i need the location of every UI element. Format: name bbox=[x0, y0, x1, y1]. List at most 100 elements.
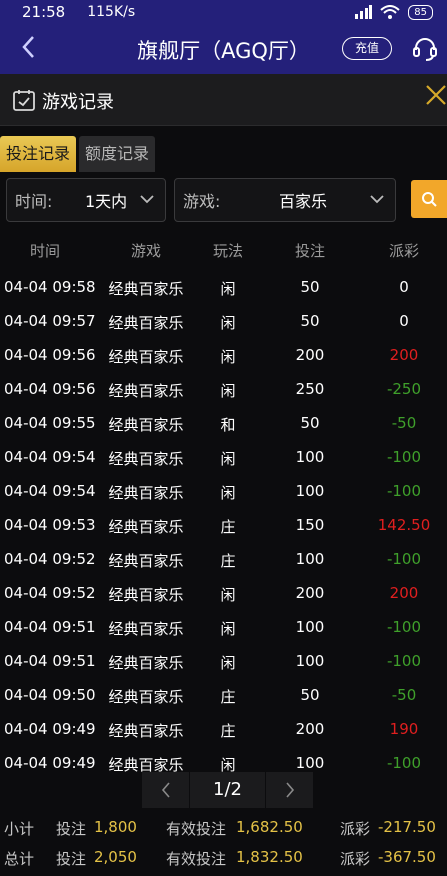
row-game: 经典百家乐 bbox=[108, 688, 184, 706]
wifi-icon bbox=[380, 5, 400, 19]
table-row: 04-04 09:56 经典百家乐 闲 250 -250 bbox=[0, 372, 447, 406]
row-bet: 250 bbox=[295, 380, 325, 398]
customer-service-button[interactable] bbox=[412, 36, 438, 62]
table-row: 04-04 09:51 经典百家乐 闲 100 -100 bbox=[0, 644, 447, 678]
chevron-down-icon bbox=[140, 195, 154, 204]
total-row: 总计 投注 2,050 有效投注 1,832.50 派彩 -367.50 bbox=[0, 842, 447, 872]
row-play: 闲 bbox=[220, 484, 236, 502]
table-row: 04-04 09:54 经典百家乐 闲 100 -100 bbox=[0, 440, 447, 474]
subtotal-row: 小计 投注 1,800 有效投注 1,682.50 派彩 -217.50 bbox=[0, 812, 447, 842]
row-payout: -100 bbox=[386, 550, 422, 568]
bet-records-table: 04-04 09:58 经典百家乐闲 50 0 04-04 09:57 经典百家乐闲 50… bbox=[0, 270, 447, 780]
row-play: 闲 bbox=[220, 314, 236, 332]
record-tabs: 投注记录 额度记录 bbox=[0, 136, 158, 172]
row-bet: 200 bbox=[295, 584, 325, 602]
calendar-check-icon bbox=[13, 90, 35, 111]
total-payout-label: 派彩 bbox=[340, 850, 371, 868]
row-bet: 200 bbox=[295, 346, 325, 364]
headset-icon bbox=[413, 38, 437, 61]
row-bet: 50 bbox=[300, 278, 320, 296]
table-row: 04-04 09:52 经典百家乐 闲 200 200 bbox=[0, 576, 447, 610]
time-filter-select[interactable]: 时间: 1天内 bbox=[6, 178, 166, 222]
subtotal-payout-label: 派彩 bbox=[340, 820, 371, 838]
chevron-down-icon bbox=[370, 195, 384, 204]
row-payout: -100 bbox=[386, 482, 422, 500]
status-bar: 21:58 115K/s 85 bbox=[0, 0, 447, 24]
row-payout: 200 bbox=[389, 346, 419, 364]
row-bet: 50 bbox=[300, 686, 320, 704]
row-time: 04-04 09:52 bbox=[4, 584, 96, 602]
row-play: 庄 bbox=[220, 518, 236, 536]
row-play: 闲 bbox=[220, 348, 236, 366]
row-bet: 100 bbox=[295, 754, 325, 772]
row-payout: 0 bbox=[399, 278, 409, 296]
subtotal-valid-label: 有效投注 bbox=[166, 820, 227, 838]
row-play: 闲 bbox=[220, 620, 236, 638]
row-game: 经典百家乐 bbox=[108, 484, 184, 502]
total-valid-label: 有效投注 bbox=[166, 850, 227, 868]
row-bet: 50 bbox=[300, 312, 320, 330]
table-row: 04-04 09:51 经典百家乐 闲 100 -100 bbox=[0, 610, 447, 644]
row-payout: -100 bbox=[386, 652, 422, 670]
row-game: 经典百家乐 bbox=[108, 382, 184, 400]
row-payout: -50 bbox=[391, 414, 417, 432]
table-row: 04-04 09:49 经典百家乐 庄 200 190 bbox=[0, 712, 447, 746]
row-play: 闲 bbox=[220, 382, 236, 400]
row-play: 庄 bbox=[220, 552, 236, 570]
row-play: 庄 bbox=[220, 722, 236, 740]
row-payout: -100 bbox=[386, 448, 422, 466]
row-bet: 100 bbox=[295, 618, 325, 636]
time-filter-label: 时间: bbox=[15, 192, 53, 211]
total-valid-value: 1,832.50 bbox=[236, 848, 303, 866]
row-game: 经典百家乐 bbox=[108, 314, 184, 332]
row-game: 经典百家乐 bbox=[108, 348, 184, 366]
table-row: 04-04 09:55 经典百家乐 和 50 -50 bbox=[0, 406, 447, 440]
table-row: 04-04 09:53 经典百家乐 庄 150 142.50 bbox=[0, 508, 447, 542]
row-bet: 100 bbox=[295, 652, 325, 670]
search-button[interactable] bbox=[411, 180, 447, 218]
row-time: 04-04 09:56 bbox=[4, 346, 96, 364]
time-filter-value: 1天内 bbox=[85, 192, 128, 211]
row-game: 经典百家乐 bbox=[108, 552, 184, 570]
game-filter-select[interactable]: 游戏: 百家乐 bbox=[174, 178, 396, 222]
signal-icon bbox=[355, 5, 373, 19]
row-time: 04-04 09:56 bbox=[4, 380, 96, 398]
column-play: 玩法 bbox=[212, 242, 243, 260]
total-label: 总计 bbox=[4, 850, 35, 868]
row-payout: 0 bbox=[399, 312, 409, 330]
battery-icon: 85 bbox=[408, 4, 433, 20]
row-game: 经典百家乐 bbox=[108, 450, 184, 468]
row-bet: 100 bbox=[295, 448, 325, 466]
row-game: 经典百家乐 bbox=[108, 722, 184, 740]
row-game: 经典百家乐 bbox=[108, 416, 184, 434]
table-row: 04-04 09:57 经典百家乐 闲 50 0 bbox=[0, 304, 447, 338]
status-time: 21:58 bbox=[22, 3, 66, 21]
chevron-left-icon bbox=[161, 782, 170, 798]
column-bet: 投注 bbox=[294, 242, 325, 260]
table-row: 04-04 09:56 经典百家乐 闲 200 200 bbox=[0, 338, 447, 372]
tab-credit-records[interactable]: 额度记录 bbox=[79, 136, 156, 172]
table-row: 04-04 09:50 经典百家乐 庄 50 -50 bbox=[0, 678, 447, 712]
row-game: 经典百家乐 bbox=[108, 280, 184, 298]
subtotal-valid-value: 1,682.50 bbox=[236, 818, 303, 836]
game-filter-value: 百家乐 bbox=[279, 192, 328, 211]
row-game: 经典百家乐 bbox=[108, 620, 184, 638]
next-page-button[interactable] bbox=[266, 772, 314, 808]
prev-page-button[interactable] bbox=[142, 772, 190, 808]
row-time: 04-04 09:54 bbox=[4, 448, 96, 466]
row-bet: 200 bbox=[295, 720, 325, 738]
recharge-button[interactable]: 充值 bbox=[342, 37, 392, 60]
row-play: 庄 bbox=[220, 688, 236, 706]
row-play: 闲 bbox=[220, 280, 236, 298]
row-bet: 50 bbox=[300, 414, 320, 432]
row-payout: 142.50 bbox=[377, 516, 431, 534]
row-time: 04-04 09:54 bbox=[4, 482, 96, 500]
row-time: 04-04 09:57 bbox=[4, 312, 96, 330]
row-time: 04-04 09:49 bbox=[4, 754, 96, 772]
tab-bet-records[interactable]: 投注记录 bbox=[0, 136, 77, 172]
row-payout: -250 bbox=[386, 380, 422, 398]
close-button[interactable] bbox=[425, 82, 447, 112]
row-payout: -100 bbox=[386, 618, 422, 636]
table-header: 时间 游戏 玩法 投注 派彩 bbox=[0, 232, 447, 268]
table-row: 04-04 09:58 经典百家乐 闲 50 0 bbox=[0, 270, 447, 304]
